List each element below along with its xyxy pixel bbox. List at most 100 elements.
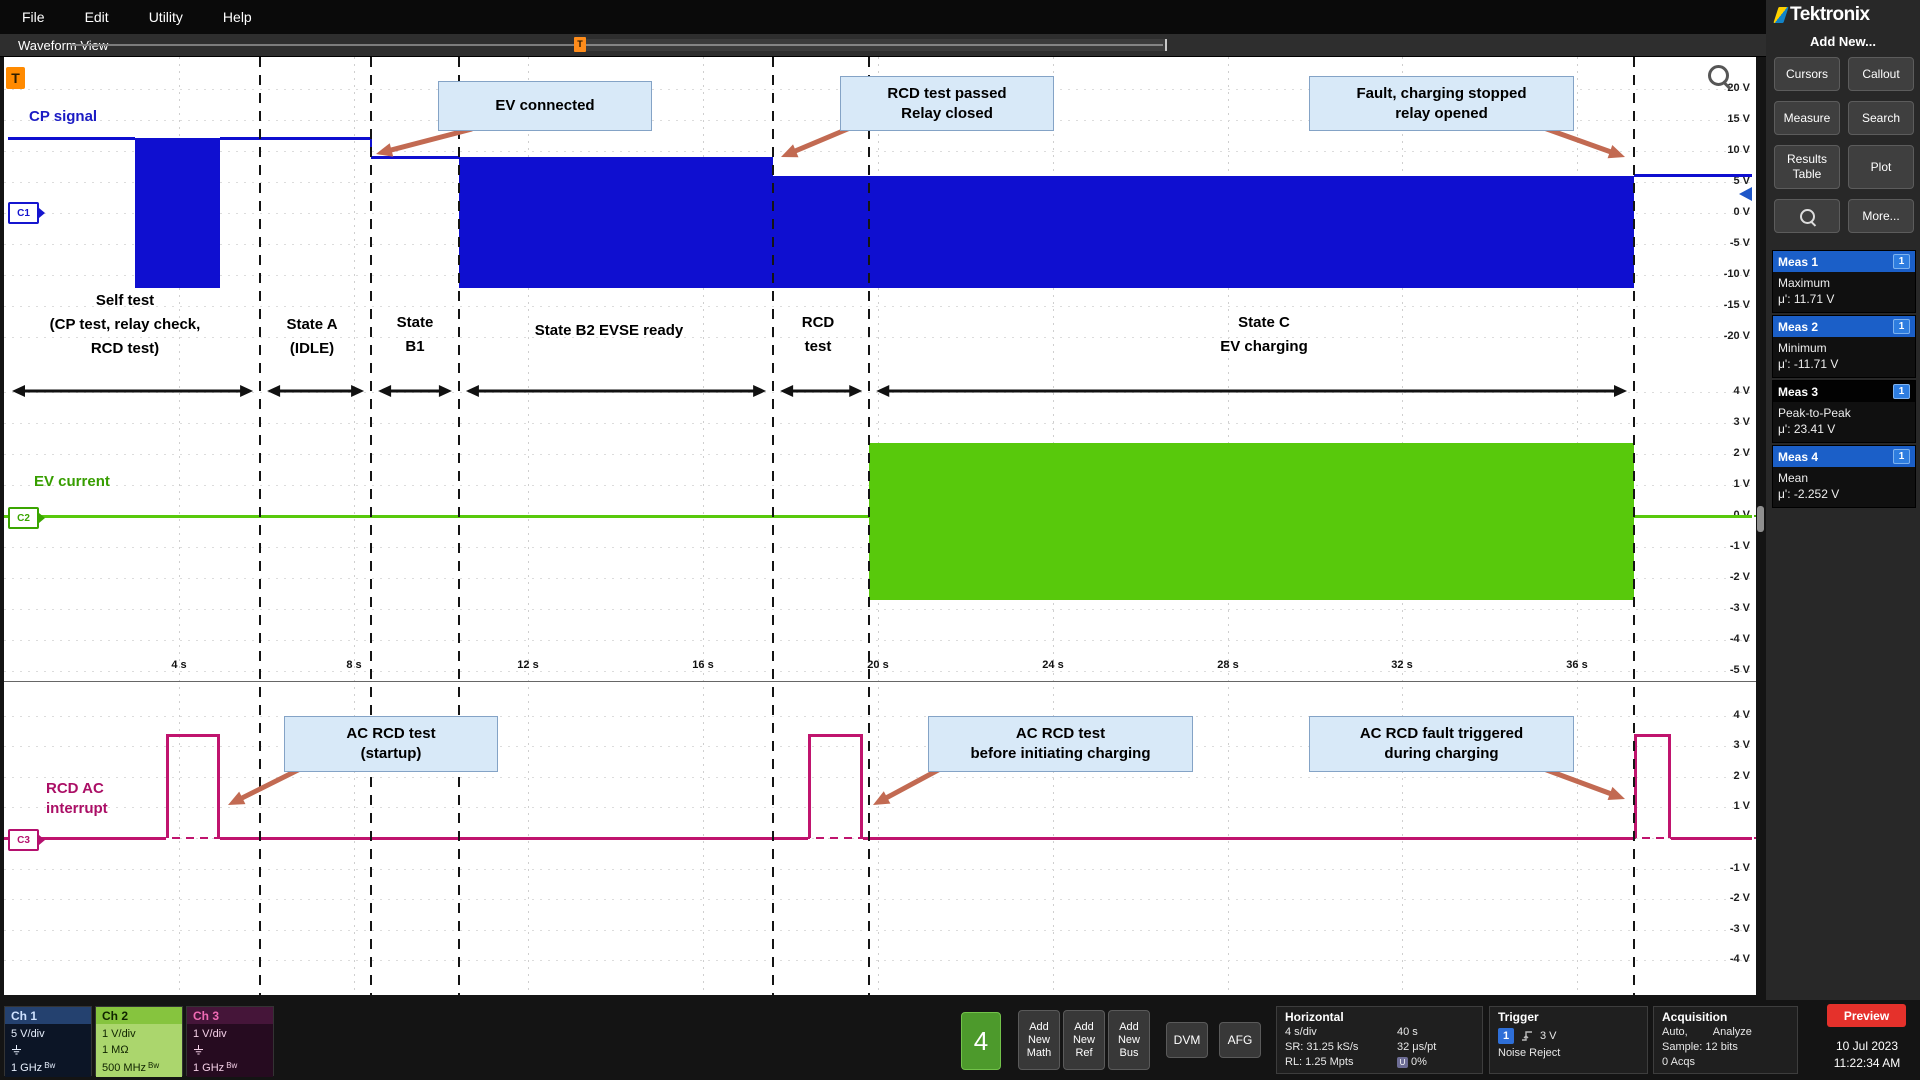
menu-edit[interactable]: Edit [85, 9, 109, 25]
waveform-plot: T EV connected RCD test passed Relay clo… [4, 57, 1756, 995]
channel-2-header: Ch 2 [96, 1007, 182, 1024]
channel-2-tag[interactable]: C2 [8, 507, 39, 529]
time-axis-line [4, 681, 1756, 682]
add-new-ref-button[interactable]: AddNewRef [1063, 1010, 1105, 1070]
zoom-magnifier-icon[interactable] [1708, 65, 1729, 86]
channel-impedance: 1 MΩ [102, 1042, 182, 1058]
channel-4-button[interactable]: 4 [961, 1012, 1001, 1070]
trigger-source-channel-badge: 1 [1498, 1028, 1514, 1044]
voltage-axis-label: -15 V [1690, 299, 1750, 311]
sample-resolution: 32 μs/pt [1397, 1040, 1482, 1055]
horizontal-panel[interactable]: Horizontal 4 s/div 40 s SR: 31.25 kS/s 3… [1276, 1006, 1483, 1074]
grid-line-horizontal [4, 899, 1756, 900]
menu-help[interactable]: Help [223, 9, 252, 25]
waveform-view-titlebar: Waveform View T [0, 34, 1766, 57]
grid-line-horizontal [4, 960, 1756, 961]
trigger-position-flag[interactable]: T [574, 37, 586, 52]
afg-button[interactable]: AFG [1219, 1022, 1261, 1058]
callout-fault-charging-stopped[interactable]: Fault, charging stopped relay opened [1309, 76, 1574, 131]
trigger-level: 3 V [1540, 1030, 1557, 1042]
channel-2-badge[interactable]: Ch 2 1 V/div 1 MΩ 500 MHzBw [95, 1006, 183, 1076]
grid-line-horizontal [4, 869, 1756, 870]
measurement-type: Maximum [1778, 275, 1910, 291]
plot-button[interactable]: Plot [1848, 145, 1914, 189]
measurement-value: μ': -2.252 V [1778, 486, 1910, 502]
time-axis-label: 24 s [1042, 659, 1063, 671]
trigger-source-badge[interactable]: T [6, 67, 25, 89]
measurement-source-badge: 1 [1893, 384, 1910, 399]
measurement-type: Minimum [1778, 340, 1910, 356]
measurement-source-badge: 1 [1893, 254, 1910, 269]
horizontal-pan-track[interactable]: T [71, 44, 1163, 47]
channel-1-tag[interactable]: C1 [8, 202, 39, 224]
menu-utility[interactable]: Utility [149, 9, 183, 25]
phase-duration-arrow-head [849, 385, 862, 397]
callout-ac-rcd-test-startup[interactable]: AC RCD test (startup) [284, 716, 498, 772]
measurement-source-badge: 1 [1893, 319, 1910, 334]
search-button[interactable]: Search [1848, 101, 1914, 135]
grid-line-horizontal [4, 671, 1756, 672]
callout-button[interactable]: Callout [1848, 57, 1914, 91]
measurement-badge-4[interactable]: Meas 4 1 Mean μ': -2.252 V [1772, 445, 1916, 508]
tektronix-logo: Tektronix [1776, 4, 1916, 26]
acquisition-panel[interactable]: Acquisition Auto, Analyze Sample: 12 bit… [1653, 1006, 1798, 1074]
results-table-button[interactable]: Results Table [1774, 145, 1840, 189]
channel-3-tag[interactable]: C3 [8, 829, 39, 851]
phase-duration-arrow-head [240, 385, 253, 397]
voltage-axis-label: -5 V [1690, 664, 1750, 676]
measure-button[interactable]: Measure [1774, 101, 1840, 135]
bandwidth-badge: Bw [44, 1061, 55, 1070]
phase-duration-arrow-head [378, 385, 391, 397]
callout-text: RCD test passed [887, 84, 1006, 104]
trigger-panel[interactable]: Trigger 1 3 V Noise Reject [1489, 1006, 1648, 1074]
phase-boundary-line [1633, 57, 1635, 995]
measurement-header: Meas 3 1 [1773, 381, 1915, 402]
plot-scrollbar-handle[interactable] [1757, 506, 1764, 532]
voltage-axis-label: 4 V [1690, 385, 1750, 397]
cp-waveform-segment [1634, 174, 1752, 177]
cp-waveform-segment [220, 137, 371, 140]
acquisition-sample: Sample: 12 bits [1662, 1041, 1738, 1053]
grid-line-horizontal [4, 609, 1756, 610]
pan-track-handle[interactable] [582, 39, 1167, 51]
trigger-panel-title: Trigger [1490, 1007, 1647, 1025]
channel-1-badge[interactable]: Ch 1 5 V/div 1 GHzBw [4, 1006, 92, 1076]
measurement-source-badge: 1 [1893, 449, 1910, 464]
callout-ac-rcd-fault-triggered[interactable]: AC RCD fault triggered during charging [1309, 716, 1574, 772]
phase-boundary-line [370, 57, 372, 995]
add-new-math-button[interactable]: AddNewMath [1018, 1010, 1060, 1070]
measurement-badge-1[interactable]: Meas 1 1 Maximum μ': 11.71 V [1772, 250, 1916, 313]
phase-label-self-test: Self test(CP test, relay check,RCD test) [10, 289, 240, 361]
cursors-button[interactable]: Cursors [1774, 57, 1840, 91]
menu-file[interactable]: File [22, 9, 45, 25]
measurement-badge-3[interactable]: Meas 3 1 Peak-to-Peak μ': 23.41 V [1772, 380, 1916, 443]
callout-text: Relay closed [901, 104, 993, 124]
voltage-axis-label: 1 V [1690, 800, 1750, 812]
bandwidth-badge: Bw [148, 1061, 159, 1070]
ev-waveform-segment [1634, 515, 1752, 518]
preview-button[interactable]: Preview [1827, 1004, 1906, 1027]
time-axis-label: 32 s [1391, 659, 1412, 671]
voltage-axis-label: -20 V [1690, 330, 1750, 342]
callout-rcd-test-passed[interactable]: RCD test passed Relay closed [840, 76, 1054, 131]
time-axis-label: 28 s [1217, 659, 1238, 671]
dvm-button[interactable]: DVM [1166, 1022, 1208, 1058]
channel-3-badge[interactable]: Ch 3 1 V/div 1 GHzBw [186, 1006, 274, 1076]
callout-text: Fault, charging stopped [1356, 84, 1526, 104]
callout-arrow-head [228, 792, 245, 805]
add-new-bus-button[interactable]: AddNewBus [1108, 1010, 1150, 1070]
measurement-badge-2[interactable]: Meas 2 1 Minimum μ': -11.71 V [1772, 315, 1916, 378]
voltage-axis-label: -5 V [1690, 237, 1750, 249]
more-button[interactable]: More... [1848, 199, 1914, 233]
measurement-value: μ': 11.71 V [1778, 291, 1910, 307]
zoom-tool-button[interactable] [1774, 199, 1840, 233]
voltage-axis-label: -2 V [1690, 571, 1750, 583]
bandwidth-badge: Bw [226, 1061, 237, 1070]
grid-line-horizontal [4, 306, 1756, 307]
trigger-level-arrow-icon[interactable] [1739, 187, 1752, 201]
grid-line-horizontal [4, 640, 1756, 641]
callout-ac-rcd-test-before-charging[interactable]: AC RCD test before initiating charging [928, 716, 1193, 772]
acquisition-analyze: Analyze [1713, 1026, 1752, 1038]
ev-current-label: EV current [34, 472, 110, 492]
callout-ev-connected[interactable]: EV connected [438, 81, 652, 131]
